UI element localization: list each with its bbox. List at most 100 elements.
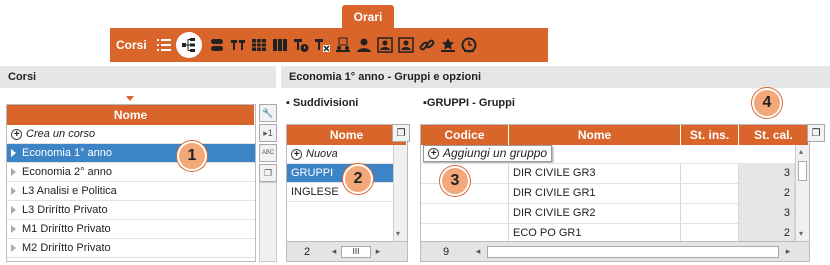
create-course-row[interactable]: + Crea un corso [7,125,255,144]
cell-st-cal: 3 [739,204,795,223]
person-clock-icon[interactable] [460,36,478,54]
cell-st-ins [681,204,739,223]
column-header-st-ins[interactable]: St. ins. [681,125,739,145]
gruppi-title: ▪GRUPPI - Gruppi [423,97,515,109]
scroll-left-icon[interactable]: ◂ [471,245,485,259]
clock-icon[interactable] [292,36,310,54]
expand-arrow-icon[interactable] [11,206,16,215]
course-name: L3 Drirítto Privato [22,204,108,216]
cell-codice [421,204,509,223]
cell-st-cal: 3 [739,164,795,183]
expand-arrow-icon[interactable] [11,149,16,158]
add-group-row[interactable]: + Aggiungi un gruppo [421,145,809,164]
suddivisioni-title: ▪ Suddivisioni [286,97,359,109]
column-header-nome[interactable]: Nome [509,125,681,145]
expand-arrow-icon[interactable] [11,225,16,234]
course-name: M2 Drirítto Privato [22,242,111,254]
gruppi-count: 9 [442,245,450,258]
building-people-icon[interactable] [334,36,352,54]
course-name: L3 Analisi e Politica [22,185,117,197]
suddivisione-list-item[interactable]: GRUPPI [287,164,393,183]
left-scrollbar[interactable] [259,182,277,262]
scroll-right-icon[interactable]: ▸ [371,245,385,259]
course-name: Economia 1° anno [22,147,113,159]
scroll-down-icon[interactable]: ▾ [396,229,400,238]
course-list-item[interactable]: L3 Analisi e Politica [7,182,255,201]
suddivisioni-footer: 2 ◂ III ▸ [287,241,407,261]
scroll-right-icon[interactable]: ▸ [781,245,795,259]
table-row[interactable]: DIR CIVILE GR2 3 [421,204,809,224]
abc-icon[interactable]: ABC [259,144,277,162]
add-icon: + [428,148,439,160]
copy-icon[interactable]: ❐ [392,124,410,142]
add-group-label: Aggiungi un gruppo [443,146,548,160]
person-card-alt-icon[interactable] [397,36,415,54]
course-list-item[interactable]: M2 Drirítto Privato [7,239,255,258]
suddivisione-list-item[interactable]: INGLESE [287,183,393,202]
cell-nome: DIR CIVILE GR1 [509,184,681,203]
copy-icon[interactable]: ❐ [807,124,825,142]
sort-arrow-icon[interactable] [126,96,134,101]
suddivisioni-scrollbar[interactable]: ▾ [393,145,407,241]
expand-arrow-icon[interactable] [11,187,16,196]
column-header-codice[interactable]: Codice [421,125,509,145]
callout-badge-4: 4 [752,88,782,118]
column-header-st-cal[interactable]: St. cal. [739,125,809,145]
column-header-nome[interactable]: Nome [7,105,255,125]
scroll-up-icon[interactable]: ▴ [799,147,803,156]
callout-badge-1: 1 [177,141,207,171]
course-list-item[interactable]: Economia 1° anno [7,144,255,163]
gruppi-footer: 9 ◂ ▸ [421,241,809,261]
cell-st-ins [681,184,739,203]
wrench-icon[interactable]: 🔧 [259,104,277,122]
columns-icon[interactable] [271,36,289,54]
scroll-left-icon[interactable]: ◂ [327,245,341,259]
gruppi-scrollbar[interactable]: ▴ ▾ [795,145,809,241]
vertical-scroll-thumb[interactable] [798,161,807,181]
link-icon[interactable] [418,36,436,54]
suddivisioni-column-nome[interactable]: Nome [287,125,407,145]
new-suddivisione-label: Nuova [306,148,338,160]
course-name: M1 Drirítto Privato [22,223,111,235]
expand-one-icon[interactable]: ▸1 [259,124,277,142]
horizontal-scroll-thumb[interactable]: III [341,245,371,258]
course-list-item[interactable]: Economia 2° anno [7,163,255,182]
add-icon: + [11,128,22,140]
add-group-button[interactable]: + Aggiungi un gruppo [423,145,553,162]
suddivisioni-count: 2 [303,245,311,258]
course-list-item[interactable]: L3 Drirítto Privato [7,201,255,220]
star-people-icon[interactable] [439,36,457,54]
list-icon[interactable] [155,36,173,54]
toolbar: Corsi [110,28,548,62]
courses-list: Nome + Crea un corso Economia 1° anno Econ… [6,104,256,262]
suddivisioni-table: Nome + Nuova GRUPPI INGLESE 2 ◂ III ▸ ▾ [286,124,408,262]
grid-icon[interactable] [250,36,268,54]
person-icon[interactable] [355,36,373,54]
new-suddivisione-row[interactable]: + Nuova [287,145,407,164]
table-row[interactable]: DIR CIVILE GR1 2 [421,184,809,204]
course-name: Economia 2° anno [22,166,113,178]
horizontal-scroll-track[interactable] [487,245,779,258]
expand-arrow-icon[interactable] [11,168,16,177]
add-icon: + [291,148,302,160]
gruppi-table: Codice Nome St. ins. St. cal. + Aggiungi … [420,124,810,262]
expand-arrow-icon[interactable] [11,244,16,253]
gruppi-title-text: GRUPPI - Gruppi [426,97,515,109]
suddivisioni-title-text: Suddivisioni [292,97,359,109]
left-side-buttons: 🔧 ▸1 ABC ❐ [259,104,277,184]
people-groups-icon[interactable] [229,36,247,54]
clock-x-icon[interactable] [313,36,331,54]
panel-title-gruppi-opzioni: Economia 1° anno - Gruppi e opzioni [281,66,830,88]
person-card-icon[interactable] [376,36,394,54]
toolbar-section-label[interactable]: Corsi [116,38,147,52]
toggle-icon[interactable] [208,36,226,54]
callout-badge-3: 3 [440,166,470,196]
panel-title-corsi: Corsi [0,66,276,88]
tab-orari[interactable]: Orari [342,5,394,29]
hierarchy-icon[interactable] [175,32,202,58]
table-row[interactable]: DIR CIVILE GR3 3 [421,164,809,184]
course-list-item[interactable]: M1 Drirítto Privato [7,220,255,239]
scroll-down-icon[interactable]: ▾ [799,229,803,238]
copy-icon[interactable]: ❐ [259,164,277,182]
callout-badge-2: 2 [343,164,373,194]
